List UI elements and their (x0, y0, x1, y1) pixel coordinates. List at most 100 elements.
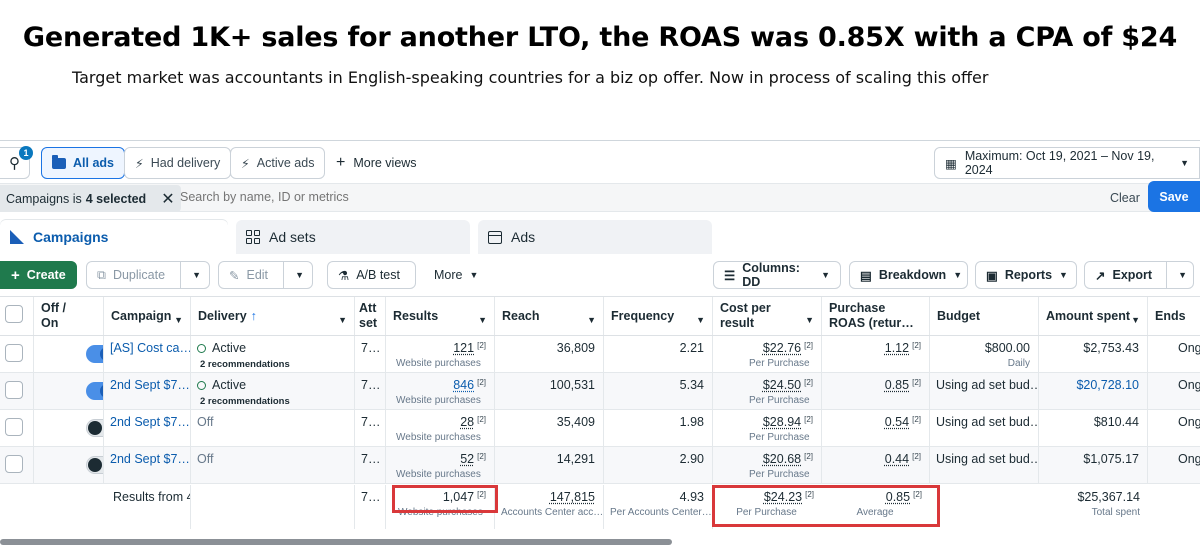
amount-spent-cell: $20,728.10 (1039, 373, 1148, 409)
totals-budget (930, 485, 1039, 529)
calendar-icon: ▦ (945, 156, 957, 171)
row-checkbox[interactable] (5, 381, 23, 399)
header-results-label: Results (393, 308, 439, 323)
delivery-status: Active (197, 378, 346, 392)
header-amount-spent[interactable]: Amount spent ▼ (1039, 297, 1148, 335)
edit-button[interactable]: ✎ Edit ▼ (218, 261, 313, 289)
export-button[interactable]: ↗ Export ▼ (1084, 261, 1194, 289)
header-ends[interactable]: Ends (1148, 297, 1200, 335)
ends-cell: Ong (1148, 336, 1200, 372)
header-attribution[interactable]: Att set (355, 297, 386, 335)
create-button[interactable]: + Create (0, 261, 77, 289)
header-frequency-label: Frequency (611, 308, 675, 323)
more-button[interactable]: More ▼ (424, 261, 489, 289)
clear-button[interactable]: Clear (1110, 191, 1140, 205)
header-budget-label: Budget (937, 308, 981, 323)
totals-frequency: 4.93 Per Accounts Center… (604, 485, 713, 529)
campaign-toggle[interactable] (86, 345, 103, 363)
select-all-checkbox[interactable] (5, 305, 23, 323)
campaign-name-link[interactable]: 2nd Sept $7… (110, 415, 190, 429)
header-delivery[interactable]: Delivery ↑ ▼ (191, 297, 355, 335)
duplicate-button[interactable]: ⧉ Duplicate ▼ (86, 261, 210, 289)
create-label: Create (26, 268, 66, 282)
row-checkbox[interactable] (5, 418, 23, 436)
amount-spent-value: $810.44 (1093, 415, 1139, 429)
header-reach[interactable]: Reach ▼ (495, 297, 604, 335)
row-checkbox[interactable] (5, 455, 23, 473)
recommendations-badge[interactable]: 2 recommendations (200, 359, 290, 370)
more-views-button[interactable]: + More views (336, 147, 417, 179)
divider (180, 261, 182, 289)
active-status-icon (197, 344, 206, 353)
save-button[interactable]: Save (1148, 181, 1200, 212)
campaign-toggle[interactable] (86, 382, 103, 400)
cpr-sub: Per Purchase (749, 432, 810, 443)
reach-value: 36,809 (556, 341, 595, 355)
tab-ad-sets[interactable]: Ad sets (236, 220, 470, 254)
roas-value: 0.54 [2] (884, 415, 921, 429)
campaign-toggle[interactable] (86, 456, 103, 474)
cost-per-result-cell: $20.68 [2] Per Purchase (713, 447, 822, 483)
flask-icon: ⚗︎ (338, 268, 350, 283)
search-input[interactable] (180, 190, 780, 204)
filter-chip[interactable]: Campaigns is 4 selected ✕ (0, 185, 181, 212)
header-cost-per-result[interactable]: Cost per result ▼ (713, 297, 822, 335)
chevron-down-icon: ▼ (696, 315, 705, 325)
filter-bar: Campaigns is 4 selected ✕ Clear (0, 183, 1200, 212)
view-active-ads[interactable]: ⚡︎ Active ads (230, 147, 326, 179)
budget-value: $800.00 (984, 341, 1030, 355)
horizontal-scrollbar[interactable] (0, 539, 672, 545)
columns-button[interactable]: ☰ Columns: DD ▼ (713, 261, 841, 289)
frequency-cell: 2.21 (604, 336, 713, 372)
table-row[interactable]: [AS] Cost ca… Active 2 recommendations 7… 12… (0, 336, 1200, 373)
results-value: 28 [2] (460, 415, 486, 429)
reach-cell: 36,809 (495, 336, 604, 372)
date-range-picker[interactable]: ▦ Maximum: Oct 19, 2021 – Nov 19, 2024 ▼ (934, 147, 1200, 179)
tab-ads[interactable]: Ads (478, 220, 712, 254)
results-cell: 121 [2] Website purchases (386, 336, 495, 372)
reach-value: 100,531 (549, 378, 595, 392)
ab-test-button[interactable]: ⚗︎ A/B test (327, 261, 416, 289)
budget-value: Using ad set bud… (936, 452, 1039, 466)
close-icon[interactable]: ✕ (161, 189, 174, 209)
attribution-value: 7… (361, 341, 381, 355)
view-all-ads[interactable]: All ads (41, 147, 125, 179)
totals-label-text: Results from 4 (113, 490, 191, 504)
recommendations-badge[interactable]: 2 recommendations (200, 396, 290, 407)
cpr-value: $20.68 [2] (762, 452, 813, 466)
search-button[interactable]: ⚲ 1 (0, 146, 33, 179)
table-row[interactable]: 2nd Sept $7… Off 7… 52 [2] Website purchases 1… (0, 447, 1200, 484)
row-checkbox[interactable] (5, 344, 23, 362)
chevron-down-icon: ▼ (821, 270, 830, 280)
table-row[interactable]: 2nd Sept $7… Off 7… 28 [2] Website purchases 3… (0, 410, 1200, 447)
tab-campaigns[interactable]: Campaigns (0, 220, 228, 254)
chevron-down-icon[interactable]: ▼ (295, 270, 304, 280)
table-row[interactable]: 2nd Sept $7… Active 2 recommendations 7… 846… (0, 373, 1200, 410)
results-value: 846 [2] (453, 378, 486, 392)
frequency-value: 2.21 (679, 341, 704, 355)
view-had-delivery[interactable]: ⚡︎ Had delivery (124, 147, 232, 179)
chevron-down-icon[interactable]: ▼ (1178, 270, 1187, 280)
campaign-name-link[interactable]: [AS] Cost ca… (110, 341, 190, 355)
reports-button[interactable]: ▣ Reports ▼ (975, 261, 1077, 289)
reports-icon: ▣ (986, 268, 998, 283)
amount-spent-value: $20,728.10 (1076, 378, 1139, 392)
header-budget[interactable]: Budget (930, 297, 1039, 335)
plus-icon: + (336, 154, 346, 171)
campaign-name-link[interactable]: 2nd Sept $7… (110, 378, 190, 392)
chevron-down-icon[interactable]: ▼ (192, 270, 201, 280)
header-roas[interactable]: Purchase ROAS (retur… (822, 297, 930, 335)
breakdown-button[interactable]: ▤ Breakdown ▼ (849, 261, 968, 289)
results-value: 52 [2] (460, 452, 486, 466)
campaign-toggle[interactable] (86, 419, 103, 437)
campaign-name-link[interactable]: 2nd Sept $7… (110, 452, 190, 466)
highlight-box-results (392, 485, 498, 513)
columns-label: Columns: DD (742, 261, 800, 289)
level-tabs: Campaigns Ad sets Ads (0, 220, 1200, 254)
roas-cell: 1.12 [2] (822, 336, 930, 372)
header-frequency[interactable]: Frequency ▼ (604, 297, 713, 335)
header-results[interactable]: Results ▼ (386, 297, 495, 335)
plus-icon: + (11, 266, 20, 284)
header-campaign[interactable]: Campaign ▼ (104, 297, 191, 335)
header-off-on[interactable]: Off / On (34, 297, 104, 335)
